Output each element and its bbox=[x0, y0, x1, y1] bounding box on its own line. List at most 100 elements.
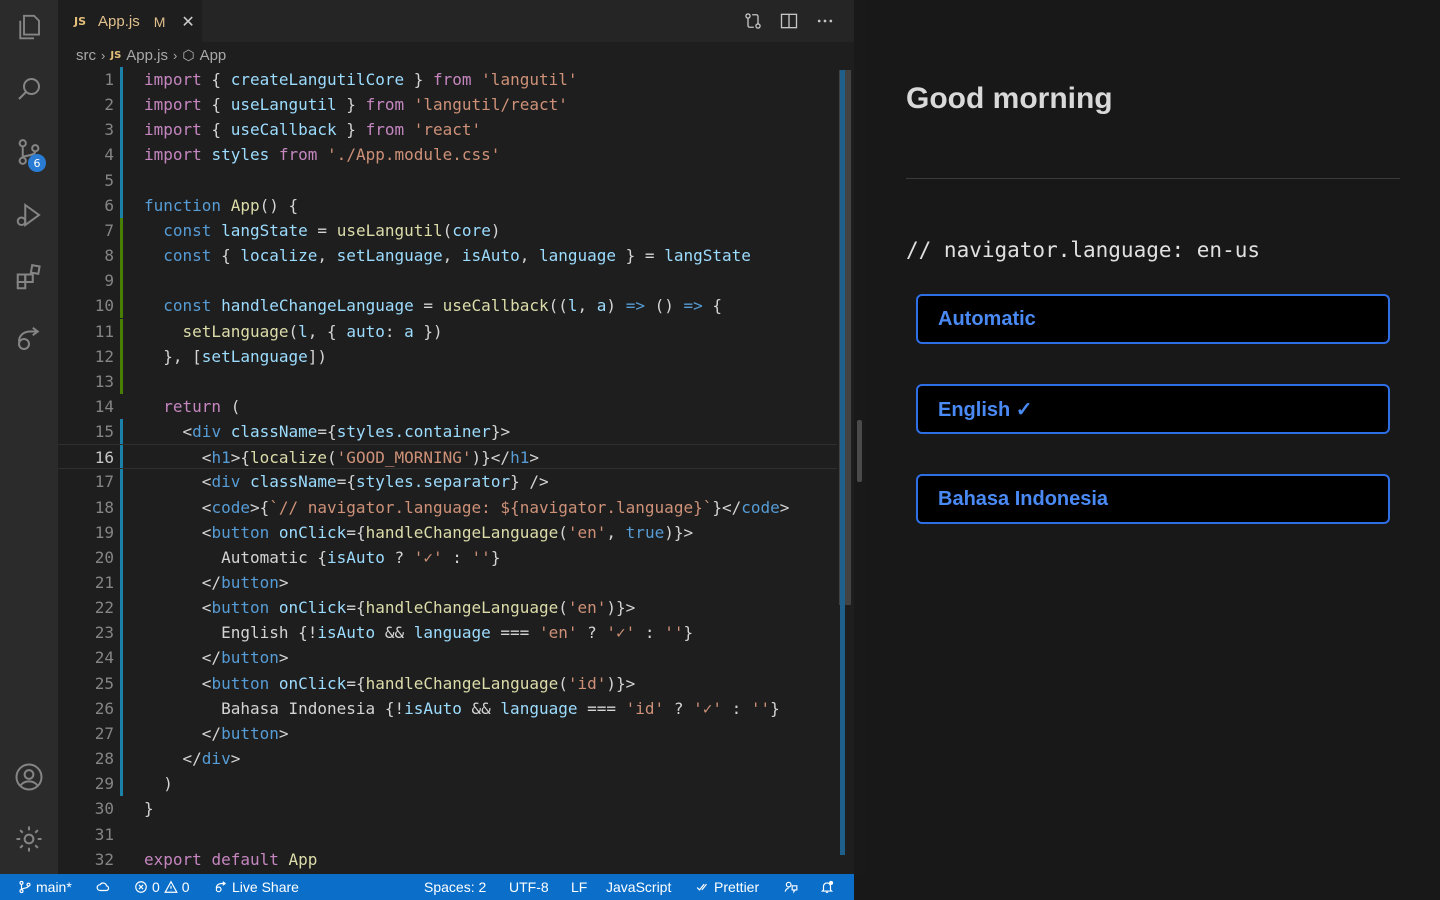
encoding-indicator[interactable]: UTF-8 bbox=[509, 874, 549, 900]
code-line[interactable]: 18 <code>{`// navigator.language: ${navi… bbox=[58, 494, 838, 520]
git-change-marker[interactable] bbox=[120, 92, 123, 118]
branch-indicator[interactable]: main* bbox=[18, 874, 72, 900]
code-line[interactable]: 31 bbox=[58, 822, 838, 847]
git-change-marker[interactable] bbox=[120, 746, 123, 772]
code-line[interactable]: 30} bbox=[58, 796, 838, 821]
code-line[interactable]: 23 English {!isAuto && language === 'en'… bbox=[58, 620, 838, 646]
indentation-indicator[interactable]: Spaces: 2 bbox=[424, 874, 486, 900]
code-line[interactable]: 28 </div> bbox=[58, 746, 838, 772]
split-editor-icon[interactable] bbox=[778, 10, 800, 32]
code-line[interactable]: 11 setLanguage(l, { auto: a }) bbox=[58, 318, 838, 344]
extensions-icon[interactable] bbox=[12, 260, 46, 294]
chevron-right-icon: › bbox=[101, 47, 106, 63]
code-line[interactable]: 22 <button onClick={handleChangeLanguage… bbox=[58, 595, 838, 621]
git-change-marker[interactable] bbox=[120, 519, 123, 545]
line-number: 5 bbox=[104, 170, 114, 190]
line-number: 24 bbox=[94, 648, 114, 668]
automatic-button[interactable]: Automatic bbox=[916, 294, 1390, 344]
git-change-marker[interactable] bbox=[120, 368, 123, 394]
code-line[interactable]: 20 Automatic {isAuto ? '✓' : ''} bbox=[58, 544, 838, 570]
code-line[interactable]: 27 </button> bbox=[58, 720, 838, 747]
code-line[interactable]: 32 export default App bbox=[58, 847, 838, 872]
code-text: <button onClick={handleChangeLanguage('e… bbox=[144, 522, 694, 542]
code-line[interactable]: 25 <button onClick={handleChangeLanguage… bbox=[58, 670, 838, 696]
code-line[interactable]: 17 <div className={styles.separator} /> bbox=[58, 469, 838, 495]
code-line[interactable]: 4 import styles from './App.module.css' bbox=[58, 142, 838, 168]
live-share-button[interactable]: Live Share bbox=[214, 874, 299, 900]
code-line[interactable]: 26 Bahasa Indonesia {!isAuto && language… bbox=[58, 695, 838, 721]
git-change-marker[interactable] bbox=[120, 268, 123, 294]
git-change-marker[interactable] bbox=[120, 695, 123, 721]
git-change-marker[interactable] bbox=[120, 192, 123, 218]
sync-icon[interactable] bbox=[96, 874, 110, 900]
git-change-marker[interactable] bbox=[120, 595, 123, 621]
preview-code-text: // navigator.language: en-us bbox=[906, 238, 1261, 262]
code-line[interactable]: 6 function App() { bbox=[58, 192, 838, 218]
run-debug-icon[interactable] bbox=[12, 198, 46, 232]
code-line[interactable]: 19 <button onClick={handleChangeLanguage… bbox=[58, 519, 838, 545]
code-line[interactable]: 8 const { localize, setLanguage, isAuto,… bbox=[58, 243, 838, 269]
code-line[interactable]: 15 <div className={styles.container}> bbox=[58, 419, 838, 445]
git-change-marker[interactable] bbox=[120, 167, 123, 193]
language-mode[interactable]: JavaScript bbox=[606, 874, 671, 900]
code-line[interactable]: 24 </button> bbox=[58, 645, 838, 671]
git-change-marker[interactable] bbox=[120, 318, 123, 344]
code-line[interactable]: 7 const langState = useLangutil(core) bbox=[58, 217, 838, 244]
git-change-marker[interactable] bbox=[120, 544, 123, 570]
git-change-marker[interactable] bbox=[120, 771, 123, 797]
breadcrumb-symbol[interactable]: App bbox=[200, 47, 227, 64]
feedback-icon[interactable] bbox=[784, 874, 798, 900]
code-text: <div className={styles.separator} /> bbox=[144, 472, 549, 492]
code-line[interactable]: 21 </button> bbox=[58, 570, 838, 596]
code-line[interactable]: 10 const handleChangeLanguage = useCallb… bbox=[58, 293, 838, 319]
tab-close-icon[interactable]: ✕ bbox=[181, 12, 194, 31]
eol-indicator[interactable]: LF bbox=[571, 874, 587, 900]
english-button[interactable]: English ✓ bbox=[916, 384, 1390, 434]
git-change-marker[interactable] bbox=[120, 445, 123, 469]
git-change-marker[interactable] bbox=[120, 243, 123, 269]
code-line[interactable]: 13 bbox=[58, 368, 838, 394]
git-change-marker[interactable] bbox=[120, 494, 123, 520]
line-number: 4 bbox=[104, 145, 114, 165]
code-line[interactable]: 1 import { createLangutilCore } from 'lan… bbox=[58, 67, 838, 93]
activity-bar: 6 bbox=[0, 0, 58, 874]
code-line[interactable]: 29 ) bbox=[58, 771, 838, 797]
git-change-marker[interactable] bbox=[120, 469, 123, 495]
git-change-marker[interactable] bbox=[120, 419, 123, 445]
notifications-bell-icon[interactable] bbox=[820, 874, 834, 900]
git-change-marker[interactable] bbox=[120, 720, 123, 747]
code-line[interactable]: 16 <h1>{localize('GOOD_MORNING')}</h1> bbox=[58, 444, 838, 470]
bahasa-indonesia-button[interactable]: Bahasa Indonesia bbox=[916, 474, 1390, 524]
divider-handle[interactable] bbox=[857, 420, 862, 482]
remote-explorer-icon[interactable] bbox=[12, 322, 46, 356]
problems-indicator[interactable]: 0 0 bbox=[134, 874, 190, 900]
prettier-indicator[interactable]: Prettier bbox=[696, 874, 759, 900]
git-change-marker[interactable] bbox=[120, 620, 123, 646]
account-icon[interactable] bbox=[12, 760, 46, 794]
git-change-marker[interactable] bbox=[120, 217, 123, 244]
git-change-marker[interactable] bbox=[120, 343, 123, 369]
git-change-marker[interactable] bbox=[120, 117, 123, 143]
code-line[interactable]: 14 return ( bbox=[58, 394, 838, 419]
git-change-marker[interactable] bbox=[120, 293, 123, 319]
settings-gear-icon[interactable] bbox=[12, 822, 46, 856]
git-change-marker[interactable] bbox=[120, 645, 123, 671]
code-line[interactable]: 3 import { useCallback } from 'react' bbox=[58, 117, 838, 143]
more-actions-icon[interactable] bbox=[814, 10, 836, 32]
code-text: const handleChangeLanguage = useCallback… bbox=[163, 296, 723, 316]
git-change-marker[interactable] bbox=[120, 142, 123, 168]
git-change-marker[interactable] bbox=[120, 670, 123, 696]
explorer-icon[interactable] bbox=[12, 10, 46, 44]
code-line[interactable]: 2 import { useLangutil } from 'langutil/r… bbox=[58, 92, 838, 118]
search-icon[interactable] bbox=[12, 72, 46, 106]
code-line[interactable]: 12 }, [setLanguage]) bbox=[58, 343, 838, 369]
code-line[interactable]: 5 bbox=[58, 167, 838, 193]
git-change-marker[interactable] bbox=[120, 67, 123, 93]
breadcrumb-file[interactable]: App.js bbox=[126, 47, 168, 64]
breadcrumb-folder[interactable]: src bbox=[76, 47, 96, 64]
tab-app-js[interactable]: JS App.js M ✕ bbox=[58, 0, 202, 42]
code-line[interactable]: 9 bbox=[58, 268, 838, 294]
code-editor[interactable]: 1 import { createLangutilCore } from 'lan… bbox=[58, 67, 838, 874]
git-change-marker[interactable] bbox=[120, 570, 123, 596]
open-changes-icon[interactable] bbox=[742, 10, 764, 32]
